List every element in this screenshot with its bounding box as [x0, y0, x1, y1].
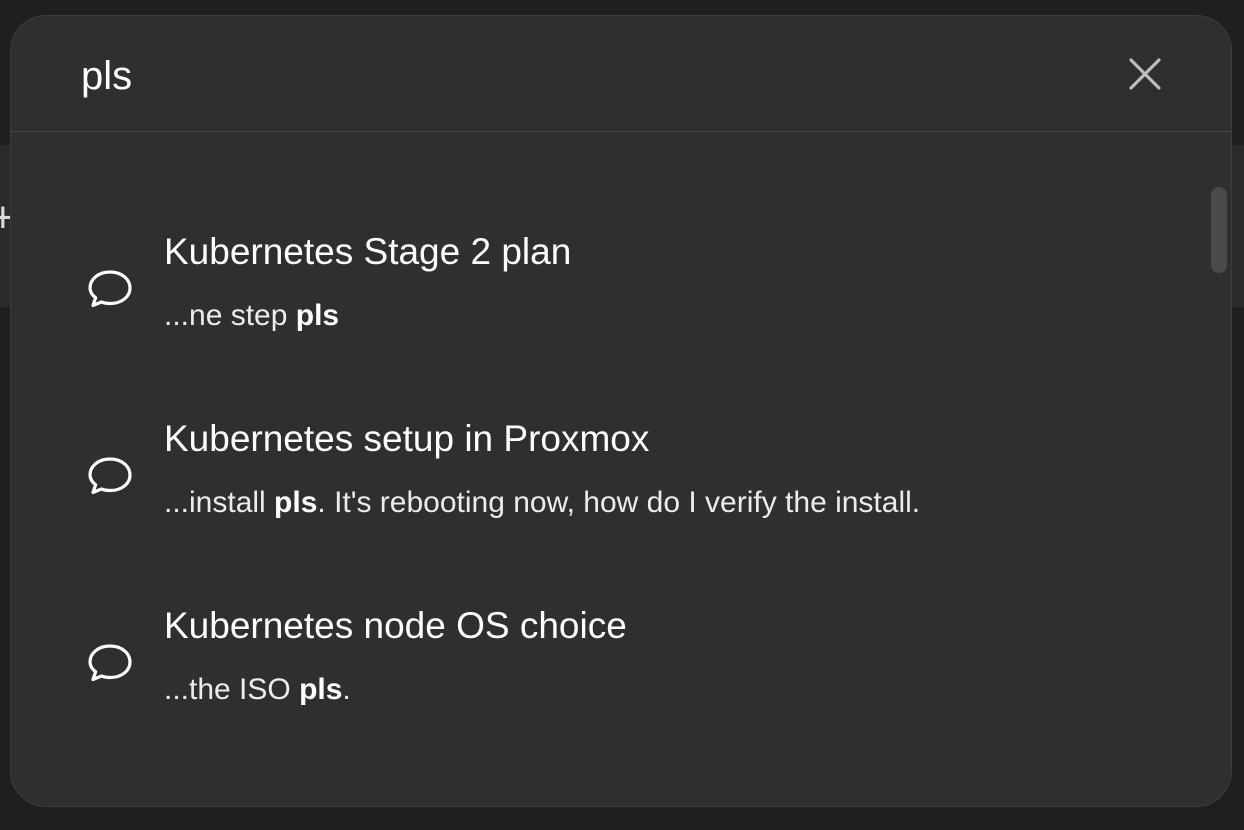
chat-bubble-icon — [88, 270, 132, 308]
search-input[interactable] — [81, 46, 981, 106]
search-match-highlight: pls — [299, 673, 343, 706]
search-result-item[interactable]: Kubernetes setup in Proxmox ...install p… — [11, 375, 1191, 525]
scrollbar-thumb[interactable] — [1211, 187, 1227, 273]
close-icon — [1129, 58, 1161, 90]
result-title: Kubernetes node OS choice — [164, 605, 627, 646]
chat-bubble-icon — [88, 644, 132, 682]
search-result-item[interactable]: Kubernetes Stage 2 plan ...ne step pls — [11, 188, 1191, 338]
search-match-highlight: pls — [295, 299, 340, 332]
chat-bubble-icon — [88, 457, 132, 495]
search-match-highlight: pls — [274, 486, 318, 519]
result-snippet: ...ne step pls — [164, 299, 340, 332]
search-result-item[interactable]: Kubernetes node OS choice ...the ISO pls… — [11, 562, 1191, 712]
result-snippet: ...install pls. It's rebooting now, how … — [164, 486, 921, 519]
result-title: Kubernetes Stage 2 plan — [164, 231, 572, 272]
close-button[interactable] — [1119, 48, 1171, 100]
search-dialog: Kubernetes Stage 2 plan ...ne step pls K… — [10, 15, 1232, 807]
result-title: Kubernetes setup in Proxmox — [164, 418, 650, 459]
search-results-list: Kubernetes Stage 2 plan ...ne step pls K… — [11, 133, 1231, 806]
result-snippet: ...the ISO pls. — [164, 673, 351, 706]
search-header — [11, 16, 1231, 132]
